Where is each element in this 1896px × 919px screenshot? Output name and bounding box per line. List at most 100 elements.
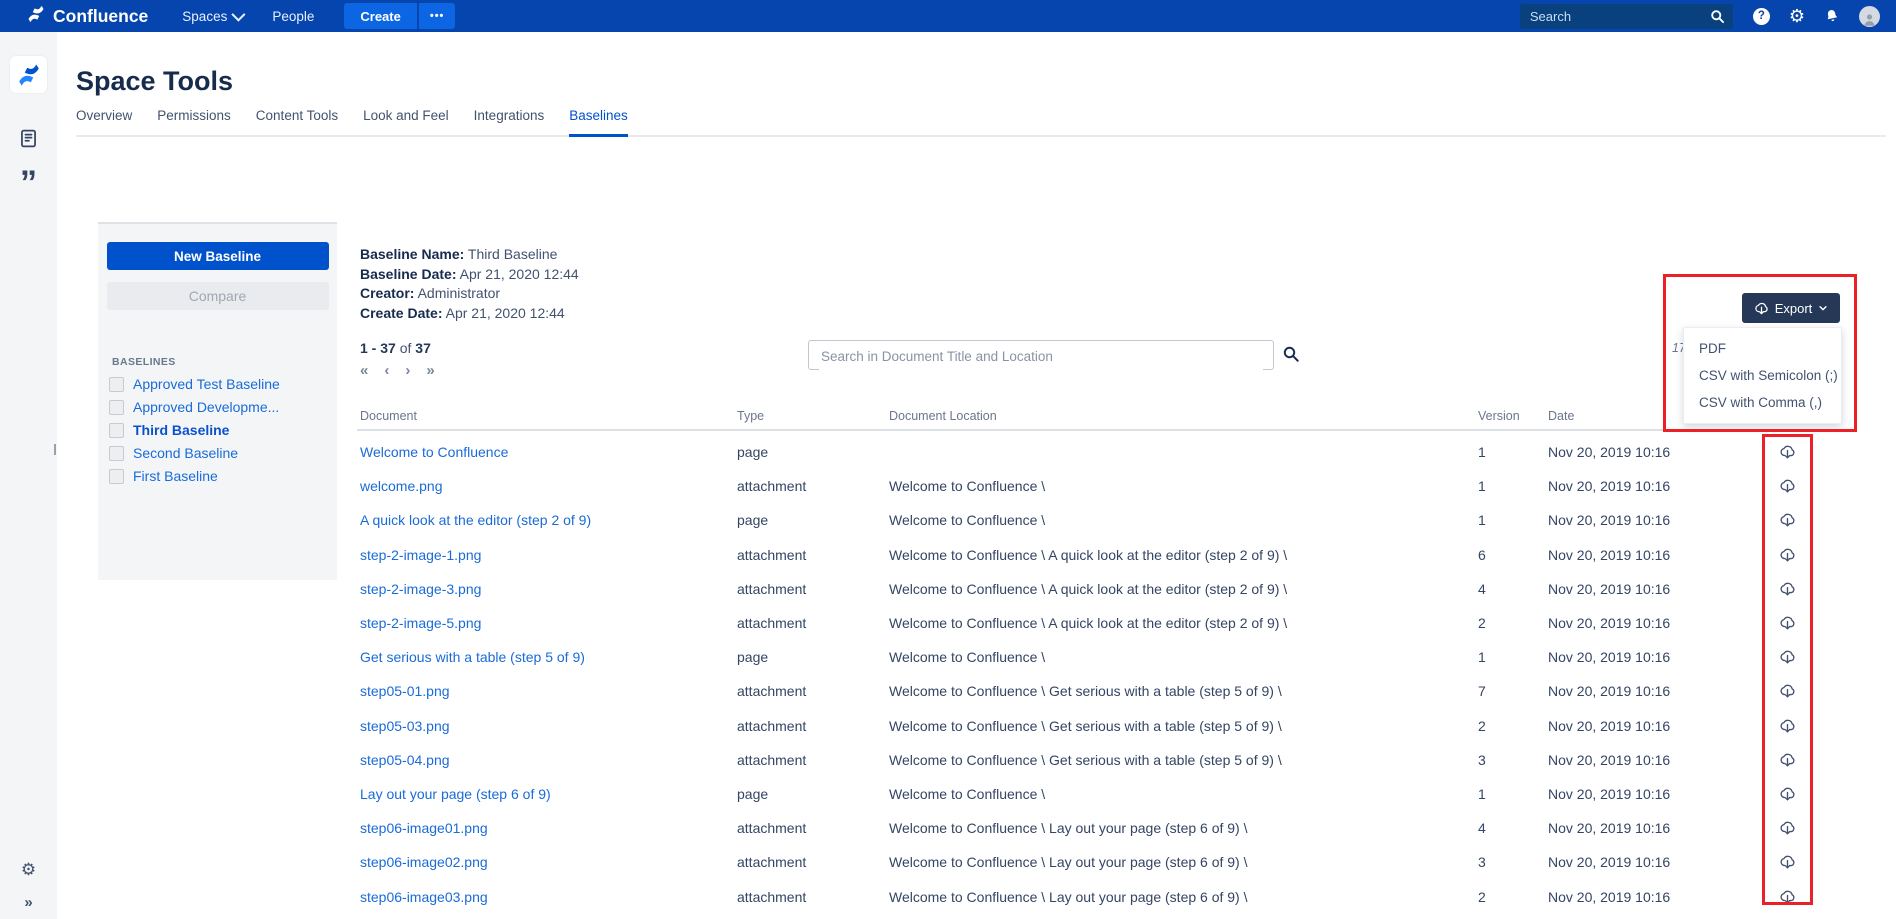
export-menu-item-pdf[interactable]: PDF xyxy=(1684,335,1841,362)
pager-first-button[interactable]: « xyxy=(360,363,368,378)
download-icon[interactable] xyxy=(1779,751,1796,768)
table-row: step-2-image-5.pngattachmentWelcome to C… xyxy=(57,606,1896,640)
create-more-button[interactable]: ••• xyxy=(419,3,456,29)
date-cell: Nov 20, 2019 10:16 xyxy=(1548,581,1670,597)
location-cell: Welcome to Confluence \ xyxy=(889,478,1045,494)
document-link[interactable]: step-2-image-1.png xyxy=(360,547,481,563)
document-link[interactable]: welcome.png xyxy=(360,478,443,494)
version-cell: 2 xyxy=(1478,615,1486,631)
pager-prev-button[interactable]: ‹ xyxy=(384,363,389,378)
download-icon[interactable] xyxy=(1779,546,1796,563)
checkbox[interactable] xyxy=(109,377,124,392)
download-icon[interactable] xyxy=(1779,717,1796,734)
tab-integrations[interactable]: Integrations xyxy=(474,108,545,135)
column-header-version: Version xyxy=(1478,409,1520,423)
expand-sidebar-button[interactable]: » xyxy=(24,894,32,911)
download-icon[interactable] xyxy=(1779,786,1796,803)
navbar-search-input[interactable] xyxy=(1520,9,1710,24)
location-cell: Welcome to Confluence \ xyxy=(889,512,1045,528)
document-search[interactable] xyxy=(808,340,1274,370)
type-cell: page xyxy=(737,786,768,802)
location-cell: Welcome to Confluence \ A quick look at … xyxy=(889,581,1287,597)
space-settings-button[interactable]: ⚙ xyxy=(21,860,36,880)
download-icon[interactable] xyxy=(1779,820,1796,837)
download-icon[interactable] xyxy=(1779,444,1796,461)
export-button[interactable]: Export xyxy=(1742,293,1840,323)
document-link[interactable]: step06-image02.png xyxy=(360,854,488,870)
search-icon[interactable] xyxy=(1710,9,1725,24)
date-cell: Nov 20, 2019 10:16 xyxy=(1548,547,1670,563)
document-link[interactable]: step06-image01.png xyxy=(360,820,488,836)
document-search-input[interactable] xyxy=(819,342,1263,370)
notifications-button[interactable] xyxy=(1824,8,1840,24)
download-icon[interactable] xyxy=(1779,888,1796,905)
top-navbar: Confluence Spaces People Create ••• ? ⚙ xyxy=(0,0,1896,32)
location-cell: Welcome to Confluence \ xyxy=(889,786,1045,802)
search-icon[interactable] xyxy=(1282,345,1300,363)
tab-content-tools[interactable]: Content Tools xyxy=(256,108,338,135)
baseline-detail-row: Baseline Name: Third Baseline xyxy=(360,245,579,265)
cloud-export-icon xyxy=(1754,301,1769,316)
baseline-link[interactable]: Approved Test Baseline xyxy=(133,376,280,392)
main-content: Space Tools OverviewPermissionsContent T… xyxy=(57,32,1896,919)
version-cell: 2 xyxy=(1478,889,1486,905)
tab-permissions[interactable]: Permissions xyxy=(157,108,231,135)
pager-next-button[interactable]: › xyxy=(405,363,410,378)
confluence-app: Confluence Spaces People Create ••• ? ⚙ xyxy=(0,0,1896,919)
baseline-item-approved-test-baseline[interactable]: Approved Test Baseline xyxy=(109,376,337,392)
version-cell: 1 xyxy=(1478,512,1486,528)
space-tools-tabs: Overview Permissions Content Tools Look and… xyxy=(76,108,1886,137)
nav-spaces[interactable]: Spaces xyxy=(182,9,242,24)
avatar xyxy=(1859,6,1880,27)
table-row: step06-image01.pngattachmentWelcome to C… xyxy=(57,811,1896,845)
document-link[interactable]: step05-03.png xyxy=(360,718,450,734)
space-logo[interactable] xyxy=(10,56,47,93)
version-cell: 4 xyxy=(1478,581,1486,597)
document-link[interactable]: step-2-image-3.png xyxy=(360,581,481,597)
document-link[interactable]: step05-04.png xyxy=(360,752,450,768)
download-icon[interactable] xyxy=(1779,854,1796,871)
download-icon[interactable] xyxy=(1779,512,1796,529)
table-row: Lay out your page (step 6 of 9) page Welco… xyxy=(57,777,1896,811)
download-icon[interactable] xyxy=(1779,615,1796,632)
quotes-nav-button[interactable]: ” xyxy=(20,170,37,196)
version-cell: 1 xyxy=(1478,444,1486,460)
create-button[interactable]: Create xyxy=(344,3,416,29)
document-link[interactable]: step06-image03.png xyxy=(360,889,488,905)
help-button[interactable]: ? xyxy=(1753,8,1770,25)
export-menu-item-csv-with-semicolon[interactable]: CSV with Semicolon (;) xyxy=(1684,362,1841,389)
navbar-search[interactable] xyxy=(1520,4,1733,29)
document-link[interactable]: Welcome to Confluence xyxy=(360,444,508,460)
pages-nav-button[interactable] xyxy=(18,128,39,154)
download-icon[interactable] xyxy=(1779,478,1796,495)
baseline-detail-value: Third Baseline xyxy=(464,246,557,262)
document-link[interactable]: A quick look at the editor (step 2 of 9) xyxy=(360,512,591,528)
tab-baselines[interactable]: Baselines xyxy=(569,108,628,137)
download-icon[interactable] xyxy=(1779,683,1796,700)
baseline-detail-label: Baseline Date: xyxy=(360,266,456,282)
confluence-logo[interactable]: Confluence xyxy=(26,4,148,29)
document-link[interactable]: Get serious with a table (step 5 of 9) xyxy=(360,649,585,665)
location-cell: Welcome to Confluence \ Lay out your pag… xyxy=(889,854,1248,870)
nav-people[interactable]: People xyxy=(272,9,314,24)
table-row: step06-image03.pngattachmentWelcome to C… xyxy=(57,880,1896,914)
baseline-detail-label: Creator: xyxy=(360,285,414,301)
location-cell: Welcome to Confluence \ Get serious with… xyxy=(889,683,1282,699)
tab-look-and-feel[interactable]: Look and Feel xyxy=(363,108,449,135)
location-cell: Welcome to Confluence \ A quick look at … xyxy=(889,615,1287,631)
document-link[interactable]: Lay out your page (step 6 of 9) xyxy=(360,786,551,802)
profile-menu-button[interactable] xyxy=(1859,6,1880,27)
table-row: step05-03.pngattachmentWelcome to Conflu… xyxy=(57,709,1896,743)
date-cell: Nov 20, 2019 10:16 xyxy=(1548,683,1670,699)
tab-overview[interactable]: Overview xyxy=(76,108,132,135)
download-icon[interactable] xyxy=(1779,580,1796,597)
pager-last-button[interactable]: » xyxy=(426,363,434,378)
brand-name: Confluence xyxy=(53,6,148,27)
admin-settings-button[interactable]: ⚙ xyxy=(1789,7,1805,25)
document-link[interactable]: step-2-image-5.png xyxy=(360,615,481,631)
new-baseline-button[interactable]: New Baseline xyxy=(107,242,329,270)
download-icon[interactable] xyxy=(1779,649,1796,666)
document-link[interactable]: step05-01.png xyxy=(360,683,450,699)
version-cell: 1 xyxy=(1478,478,1486,494)
baseline-detail-value: Apr 21, 2020 12:44 xyxy=(442,305,564,321)
